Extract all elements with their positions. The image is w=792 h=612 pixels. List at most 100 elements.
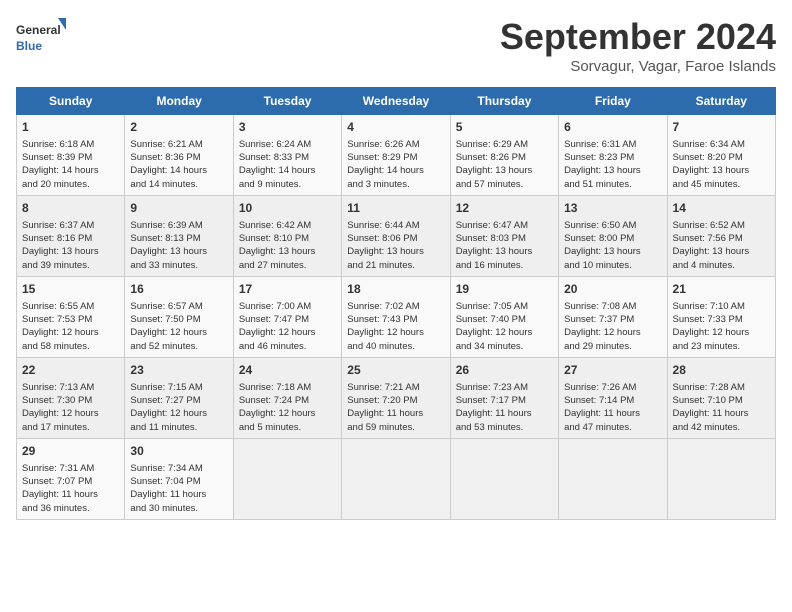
logo: General Blue [16,16,66,58]
calendar-week-row: 29Sunrise: 7:31 AM Sunset: 7:07 PM Dayli… [17,438,776,519]
day-number: 4 [347,119,444,136]
day-number: 20 [564,281,661,298]
day-number: 14 [673,200,770,217]
calendar-cell: 12 Sunrise: 6:47 AM Sunset: 8:03 PM Dayli… [450,195,558,276]
calendar-cell: 16 Sunrise: 6:57 AM Sunset: 7:50 PM Dayli… [125,276,233,357]
header-row: SundayMondayTuesdayWednesdayThursdayFrid… [17,88,776,115]
calendar-cell [559,438,667,519]
calendar-cell: 11 Sunrise: 6:44 AM Sunset: 8:06 PM Dayli… [342,195,450,276]
day-number: 12 [456,200,553,217]
calendar-cell: 9Sunrise: 6:39 AM Sunset: 8:13 PM Daylig… [125,195,233,276]
day-info: Sunrise: 6:44 AM Sunset: 8:06 PM Dayligh… [347,219,444,272]
calendar-cell: 2 Sunrise: 6:21 AM Sunset: 8:36 PM Daylig… [125,115,233,196]
day-info: Sunrise: 6:55 AM Sunset: 7:53 PM Dayligh… [22,300,119,353]
day-number: 27 [564,362,661,379]
day-number: 8 [22,200,119,217]
calendar-cell [342,438,450,519]
header-day: Wednesday [342,88,450,115]
header-day: Friday [559,88,667,115]
day-info: Sunrise: 6:42 AM Sunset: 8:10 PM Dayligh… [239,219,336,272]
calendar-cell: 26Sunrise: 7:23 AM Sunset: 7:17 PM Dayli… [450,357,558,438]
day-info: Sunrise: 6:57 AM Sunset: 7:50 PM Dayligh… [130,300,227,353]
day-number: 17 [239,281,336,298]
calendar-cell: 10Sunrise: 6:42 AM Sunset: 8:10 PM Dayli… [233,195,341,276]
calendar-cell: 19 Sunrise: 7:05 AM Sunset: 7:40 PM Dayli… [450,276,558,357]
day-info: Sunrise: 7:23 AM Sunset: 7:17 PM Dayligh… [456,381,553,434]
day-number: 2 [130,119,227,136]
day-info: Sunrise: 7:21 AM Sunset: 7:20 PM Dayligh… [347,381,444,434]
day-info: Sunrise: 7:28 AM Sunset: 7:10 PM Dayligh… [673,381,770,434]
calendar-cell: 25 Sunrise: 7:21 AM Sunset: 7:20 PM Dayli… [342,357,450,438]
calendar-cell: 1 Sunrise: 6:18 AM Sunset: 8:39 PM Daylig… [17,115,125,196]
calendar-cell: 6 Sunrise: 6:31 AM Sunset: 8:23 PM Daylig… [559,115,667,196]
day-number: 21 [673,281,770,298]
header-day: Monday [125,88,233,115]
day-number: 7 [673,119,770,136]
calendar-cell [667,438,775,519]
day-info: Sunrise: 7:18 AM Sunset: 7:24 PM Dayligh… [239,381,336,434]
day-info: Sunrise: 6:52 AM Sunset: 7:56 PM Dayligh… [673,219,770,272]
calendar-cell [450,438,558,519]
day-info: Sunrise: 6:47 AM Sunset: 8:03 PM Dayligh… [456,219,553,272]
calendar-cell: 29Sunrise: 7:31 AM Sunset: 7:07 PM Dayli… [17,438,125,519]
header: General Blue September 2024 Sorvagur, Va… [16,16,776,75]
calendar-cell: 18 Sunrise: 7:02 AM Sunset: 7:43 PM Dayli… [342,276,450,357]
calendar-cell: 13 Sunrise: 6:50 AM Sunset: 8:00 PM Dayli… [559,195,667,276]
day-info: Sunrise: 7:02 AM Sunset: 7:43 PM Dayligh… [347,300,444,353]
calendar-cell [233,438,341,519]
day-info: Sunrise: 6:18 AM Sunset: 8:39 PM Dayligh… [22,138,119,191]
day-info: Sunrise: 6:50 AM Sunset: 8:00 PM Dayligh… [564,219,661,272]
day-info: Sunrise: 7:26 AM Sunset: 7:14 PM Dayligh… [564,381,661,434]
calendar-week-row: 1 Sunrise: 6:18 AM Sunset: 8:39 PM Daylig… [17,115,776,196]
calendar-cell: 20 Sunrise: 7:08 AM Sunset: 7:37 PM Dayli… [559,276,667,357]
calendar-cell: 17 Sunrise: 7:00 AM Sunset: 7:47 PM Dayli… [233,276,341,357]
day-info: Sunrise: 6:29 AM Sunset: 8:26 PM Dayligh… [456,138,553,191]
location-title: Sorvagur, Vagar, Faroe Islands [500,58,776,75]
day-info: Sunrise: 7:00 AM Sunset: 7:47 PM Dayligh… [239,300,336,353]
day-number: 15 [22,281,119,298]
day-info: Sunrise: 7:05 AM Sunset: 7:40 PM Dayligh… [456,300,553,353]
day-number: 18 [347,281,444,298]
day-info: Sunrise: 6:34 AM Sunset: 8:20 PM Dayligh… [673,138,770,191]
calendar-cell: 3Sunrise: 6:24 AM Sunset: 8:33 PM Daylig… [233,115,341,196]
day-info: Sunrise: 7:15 AM Sunset: 7:27 PM Dayligh… [130,381,227,434]
day-info: Sunrise: 6:31 AM Sunset: 8:23 PM Dayligh… [564,138,661,191]
calendar-cell: 14 Sunrise: 6:52 AM Sunset: 7:56 PM Dayli… [667,195,775,276]
logo-svg: General Blue [16,16,66,58]
day-number: 11 [347,200,444,217]
day-info: Sunrise: 6:37 AM Sunset: 8:16 PM Dayligh… [22,219,119,272]
svg-text:General: General [16,23,61,37]
day-number: 23 [130,362,227,379]
calendar-table: SundayMondayTuesdayWednesdayThursdayFrid… [16,87,776,520]
calendar-cell: 5Sunrise: 6:29 AM Sunset: 8:26 PM Daylig… [450,115,558,196]
calendar-cell: 7 Sunrise: 6:34 AM Sunset: 8:20 PM Daylig… [667,115,775,196]
day-number: 30 [130,443,227,460]
calendar-cell: 15 Sunrise: 6:55 AM Sunset: 7:53 PM Dayli… [17,276,125,357]
month-title: September 2024 [500,16,776,58]
header-day: Sunday [17,88,125,115]
calendar-week-row: 15 Sunrise: 6:55 AM Sunset: 7:53 PM Dayli… [17,276,776,357]
day-number: 13 [564,200,661,217]
header-day: Saturday [667,88,775,115]
calendar-cell: 30Sunrise: 7:34 AM Sunset: 7:04 PM Dayli… [125,438,233,519]
day-number: 9 [130,200,227,217]
calendar-cell: 4 Sunrise: 6:26 AM Sunset: 8:29 PM Daylig… [342,115,450,196]
day-info: Sunrise: 6:26 AM Sunset: 8:29 PM Dayligh… [347,138,444,191]
day-number: 25 [347,362,444,379]
title-block: September 2024 Sorvagur, Vagar, Faroe Is… [500,16,776,75]
day-number: 22 [22,362,119,379]
day-number: 6 [564,119,661,136]
day-info: Sunrise: 6:21 AM Sunset: 8:36 PM Dayligh… [130,138,227,191]
calendar-cell: 21Sunrise: 7:10 AM Sunset: 7:33 PM Dayli… [667,276,775,357]
day-number: 16 [130,281,227,298]
calendar-week-row: 8 Sunrise: 6:37 AM Sunset: 8:16 PM Daylig… [17,195,776,276]
header-day: Thursday [450,88,558,115]
day-number: 1 [22,119,119,136]
header-day: Tuesday [233,88,341,115]
day-number: 19 [456,281,553,298]
svg-text:Blue: Blue [16,39,42,53]
day-number: 3 [239,119,336,136]
calendar-cell: 24Sunrise: 7:18 AM Sunset: 7:24 PM Dayli… [233,357,341,438]
calendar-cell: 22Sunrise: 7:13 AM Sunset: 7:30 PM Dayli… [17,357,125,438]
day-info: Sunrise: 7:08 AM Sunset: 7:37 PM Dayligh… [564,300,661,353]
